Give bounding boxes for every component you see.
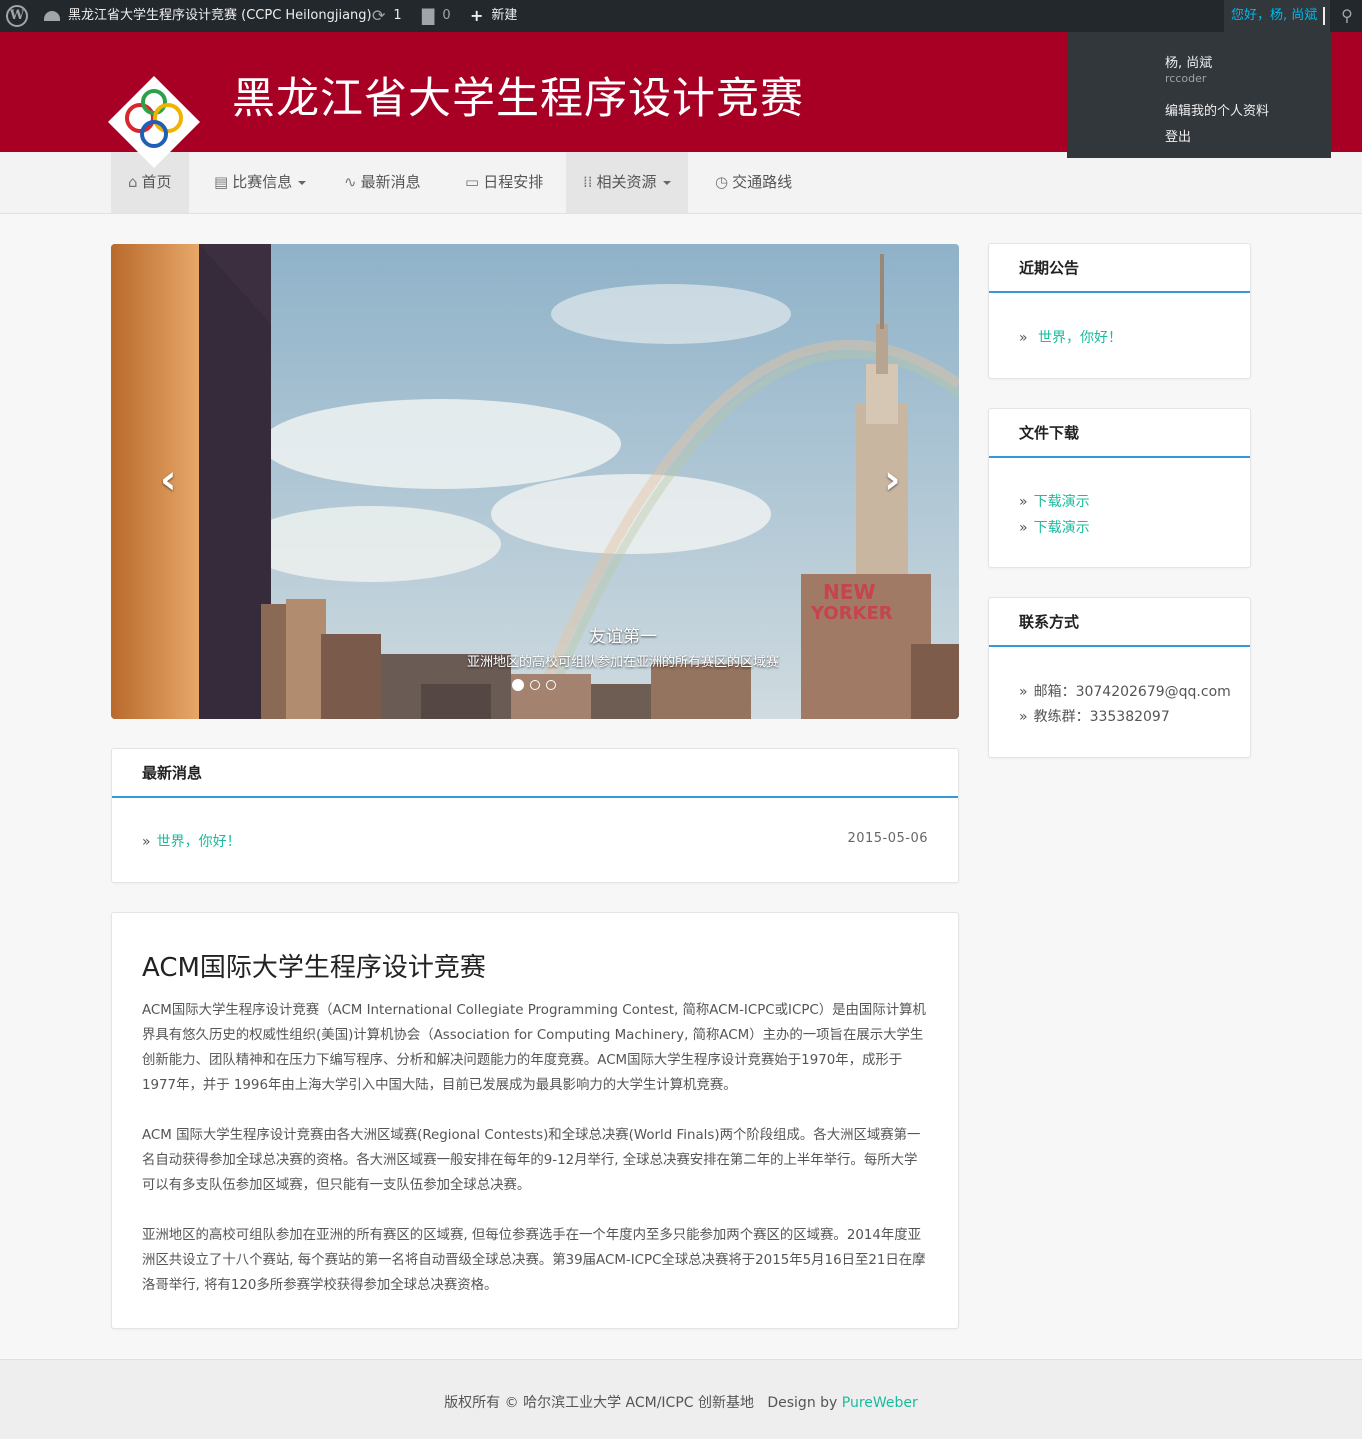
compass-icon: ◷ bbox=[715, 173, 729, 191]
my-account-link[interactable]: 您好，杨, 尚斌 bbox=[1224, 0, 1330, 32]
bullet-raquo: » bbox=[1019, 520, 1028, 536]
search-icon[interactable]: ⚲ bbox=[1332, 0, 1362, 32]
article-title: ACM国际大学生程序设计竞赛 bbox=[142, 953, 486, 983]
new-content-link[interactable]: + 新建 bbox=[470, 0, 517, 32]
nav-item-contest-info[interactable]: ▤ 比赛信息 bbox=[197, 152, 323, 213]
news-item-date: 2015-05-06 bbox=[847, 831, 928, 846]
nav-label: 交通路线 bbox=[732, 173, 793, 191]
bullet-raquo: » bbox=[1019, 494, 1028, 510]
design-by-label: Design by bbox=[767, 1395, 838, 1411]
contact-email: 邮箱：3074202679@qq.com bbox=[1033, 684, 1231, 700]
site-title[interactable]: 黑龙江省大学生程序设计竞赛 bbox=[232, 64, 804, 126]
calendar-icon: ▭ bbox=[465, 173, 480, 191]
carousel-indicator[interactable] bbox=[512, 679, 524, 691]
site-footer: 版权所有 © 哈尔滨工业大学 ACM/ICPC 创新基地 Design by P… bbox=[0, 1359, 1362, 1439]
list-item: » 世界，你好！ bbox=[142, 831, 241, 851]
carousel-indicator[interactable] bbox=[530, 680, 540, 690]
carousel-indicators bbox=[512, 679, 556, 691]
comments-count: 0 bbox=[442, 8, 451, 23]
wordpress-logo-icon[interactable]: W bbox=[6, 5, 28, 27]
nav-item-resources[interactable]: ⁞⁞ 相关资源 bbox=[566, 152, 688, 213]
copyright-text: 版权所有 © 哈尔滨工业大学 ACM/ICPC 创新基地 bbox=[444, 1395, 754, 1411]
list-item: » 下载演示 bbox=[1019, 491, 1090, 511]
account-dropdown: 杨, 尚斌 rccoder 编辑我的个人资料 登出 bbox=[1067, 32, 1331, 158]
downloads-panel: 文件下载 » 下载演示 » 下载演示 bbox=[988, 408, 1251, 568]
carousel-caption: 友谊第一 亚洲地区的高校可组队参加在亚洲的所有赛区的区域赛 bbox=[111, 622, 1135, 670]
admin-site-name-link[interactable]: 黑龙江省大学生程序设计竞赛 (CCPC Heilongjiang) bbox=[44, 0, 372, 32]
nav-item-schedule[interactable]: ▭ 日程安排 bbox=[448, 152, 560, 213]
logout-link[interactable]: 登出 bbox=[1165, 126, 1191, 145]
carousel-caption-title: 友谊第一 bbox=[589, 627, 657, 647]
bullet-raquo: » bbox=[1019, 684, 1028, 700]
announcement-link[interactable]: 世界，你好！ bbox=[1038, 330, 1122, 346]
article-panel: ACM国际大学生程序设计竞赛 ACM国际大学生程序设计竞赛（ACM Intern… bbox=[111, 912, 959, 1329]
admin-bar: W 黑龙江省大学生程序设计竞赛 (CCPC Heilongjiang) ⟳ 1 … bbox=[0, 0, 1362, 32]
grid-icon: ⁞⁞ bbox=[583, 173, 593, 191]
bullet-raquo: » bbox=[1019, 330, 1028, 346]
article-paragraph: ACM国际大学生程序设计竞赛（ACM International Collegi… bbox=[142, 1003, 926, 1093]
news-item-link[interactable]: 世界，你好！ bbox=[157, 834, 241, 850]
panel-heading: 最新消息 bbox=[112, 749, 958, 798]
greeting: 您好，杨, 尚斌 bbox=[1231, 8, 1318, 23]
nav-item-transport[interactable]: ◷ 交通路线 bbox=[698, 152, 809, 213]
nav-label: 相关资源 bbox=[596, 173, 657, 191]
article-paragraph: ACM 国际大学生程序设计竞赛由各大洲区域赛(Regional Contests… bbox=[142, 1128, 921, 1193]
avatar bbox=[1323, 7, 1326, 25]
list-item: » 邮箱：3074202679@qq.com bbox=[1019, 681, 1231, 701]
list-item: » 下载演示 bbox=[1019, 517, 1090, 537]
latest-news-panel: 最新消息 » 世界，你好！ 2015-05-06 bbox=[111, 748, 959, 883]
nav-label: 最新消息 bbox=[360, 173, 421, 191]
download-link[interactable]: 下载演示 bbox=[1034, 520, 1090, 536]
panel-heading: 近期公告 bbox=[989, 244, 1250, 293]
plus-icon: + bbox=[470, 6, 484, 25]
updates-link[interactable]: ⟳ 1 bbox=[372, 0, 402, 32]
caret-down-icon bbox=[298, 180, 307, 185]
clipboard-icon: ▤ bbox=[214, 173, 229, 191]
carousel-caption-text: 亚洲地区的高校可组队参加在亚洲的所有赛区的区域赛 bbox=[466, 655, 779, 670]
footer-copyright-line: 版权所有 © 哈尔滨工业大学 ACM/ICPC 创新基地 Design by P… bbox=[0, 1392, 1362, 1412]
panel-heading: 文件下载 bbox=[989, 409, 1250, 458]
updates-count: 1 bbox=[393, 8, 402, 23]
carousel-next-chevron-icon[interactable]: › bbox=[884, 460, 900, 500]
account-display-name[interactable]: 杨, 尚斌 bbox=[1165, 52, 1212, 71]
bullet-raquo: » bbox=[142, 834, 151, 850]
dashboard-icon bbox=[44, 11, 60, 21]
announcements-panel: 近期公告 » 世界，你好！ bbox=[988, 243, 1251, 379]
list-item: » 世界，你好！ bbox=[1019, 327, 1122, 347]
contact-group: 教练群：335382097 bbox=[1033, 709, 1170, 725]
refresh-icon: ⟳ bbox=[372, 6, 386, 25]
main-nav: ⌂ 首页 ▤ 比赛信息 ∿ 最新消息 ▭ 日程安排 ⁞⁞ 相关资源 ◷ 交通路线 bbox=[0, 152, 1362, 214]
account-username[interactable]: rccoder bbox=[1165, 72, 1206, 85]
svg-text:YORKER: YORKER bbox=[810, 603, 893, 624]
designer-link[interactable]: PureWeber bbox=[842, 1395, 918, 1411]
carousel-indicator[interactable] bbox=[546, 680, 556, 690]
svg-text:NEW: NEW bbox=[823, 580, 875, 604]
site-logo[interactable] bbox=[106, 74, 202, 170]
list-item: » 教练群：335382097 bbox=[1019, 706, 1170, 726]
download-link[interactable]: 下载演示 bbox=[1034, 494, 1090, 510]
contact-panel: 联系方式 » 邮箱：3074202679@qq.com » 教练群：33538209… bbox=[988, 597, 1251, 758]
edit-profile-link[interactable]: 编辑我的个人资料 bbox=[1165, 100, 1269, 119]
comments-link[interactable]: ▇ 0 bbox=[422, 0, 451, 32]
carousel-prev-chevron-icon[interactable]: ‹ bbox=[160, 460, 176, 500]
admin-site-name: 黑龙江省大学生程序设计竞赛 (CCPC Heilongjiang) bbox=[68, 8, 372, 23]
nav-label: 比赛信息 bbox=[232, 173, 293, 191]
pulse-icon: ∿ bbox=[344, 173, 357, 191]
bullet-raquo: » bbox=[1019, 709, 1028, 725]
nav-item-news[interactable]: ∿ 最新消息 bbox=[327, 152, 438, 213]
panel-heading: 联系方式 bbox=[989, 598, 1250, 647]
article-paragraph: 亚洲地区的高校可组队参加在亚洲的所有赛区的区域赛, 但每位参赛选手在一个年度内至… bbox=[142, 1228, 926, 1293]
comment-icon: ▇ bbox=[422, 6, 435, 25]
nav-label: 日程安排 bbox=[483, 173, 544, 191]
caret-down-icon bbox=[662, 180, 671, 185]
new-label: 新建 bbox=[491, 8, 518, 23]
